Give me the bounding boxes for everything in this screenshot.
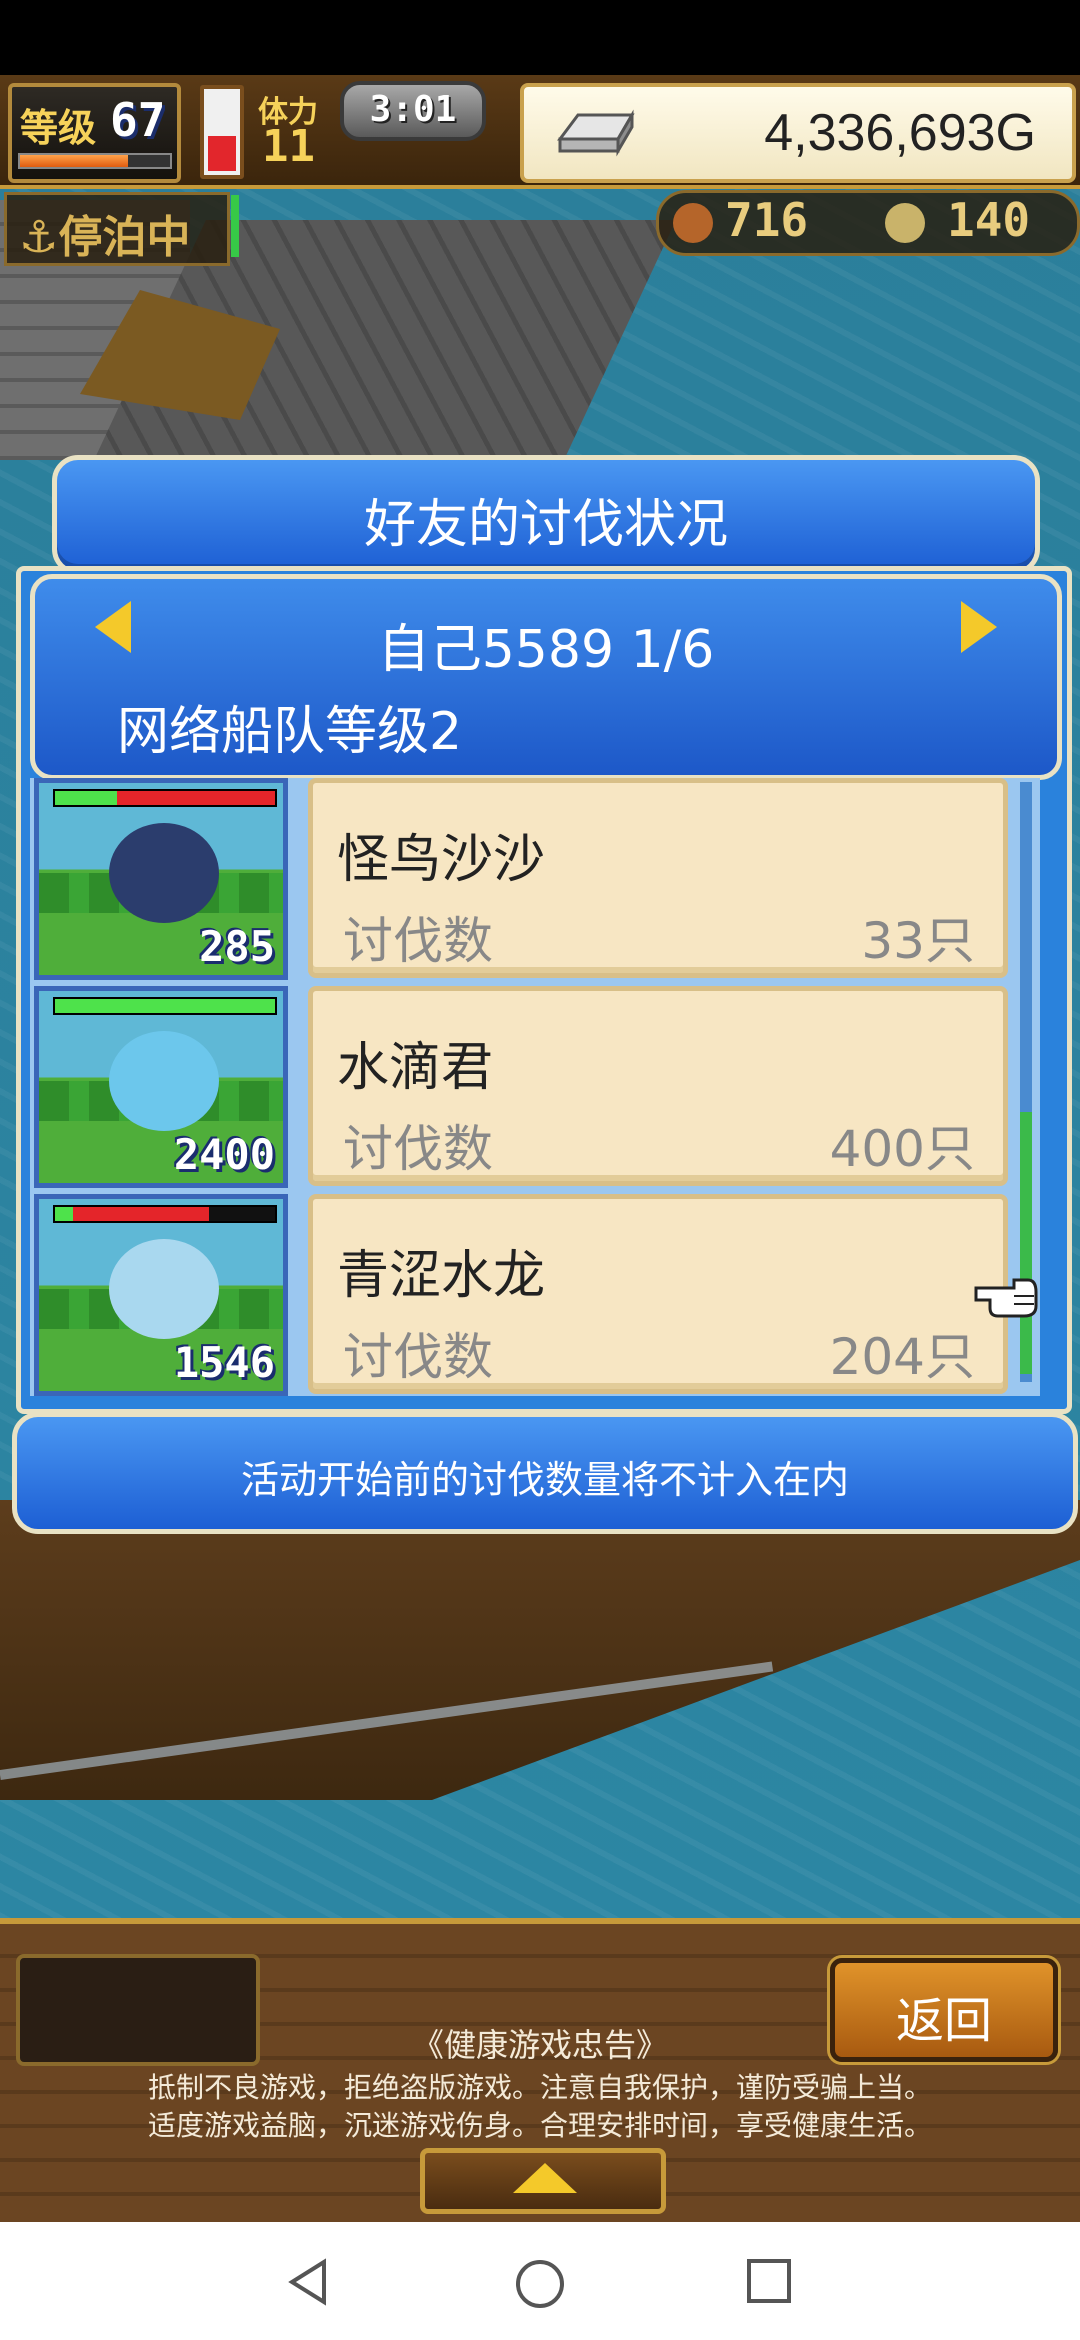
monster-sprite: [109, 1239, 219, 1339]
hp-bar: [53, 997, 277, 1015]
hp-bar: [53, 789, 277, 807]
health-advice-line-2: 适度游戏益脑，沉迷游戏伤身。合理安排时间，享受健康生活。: [147, 2109, 932, 2142]
page-header: 自己5589 1/6 网络船队等级2: [30, 574, 1062, 780]
portrait-number: 2400: [173, 1130, 275, 1179]
hp-fill-green: [55, 791, 117, 805]
silver-ingot-icon: [557, 109, 635, 157]
system-navigation-bar: [0, 2222, 1080, 2340]
top-hud: 等级 67 体力 11 3:01 4,336,693G: [0, 75, 1080, 189]
hp-bar: [53, 1205, 277, 1223]
hand-pointer-icon: [974, 1278, 1038, 1318]
kill-count-label: 讨伐数: [343, 1328, 493, 1386]
meat-icon: [673, 203, 713, 243]
level-badge: 等级 67: [8, 83, 181, 183]
monster-card[interactable]: 青涩水龙 讨伐数 204只: [308, 1194, 1008, 1394]
fleet-level: 网络船队等级2: [117, 702, 463, 762]
kill-count-label: 讨伐数: [343, 1120, 493, 1178]
hp-fill-green: [55, 1207, 73, 1221]
portrait-number: 1546: [173, 1338, 275, 1387]
notice-bar: 活动开始前的讨伐数量将不计入在内: [12, 1412, 1078, 1534]
stamina-timer: 3:01: [340, 81, 486, 141]
monster-portrait: 285: [34, 778, 288, 980]
anchor-status-badge[interactable]: ⚓停泊中: [4, 192, 239, 266]
portrait-number: 285: [199, 922, 275, 971]
hp-fill-red: [72, 1207, 209, 1221]
monster-portrait: 2400: [34, 986, 288, 1188]
monster-name: 怪鸟沙沙: [337, 830, 546, 890]
food-count: 716: [725, 193, 809, 247]
home-circle-icon[interactable]: [514, 2258, 566, 2310]
dialog-title-bar: 好友的讨伐状况: [52, 455, 1040, 575]
dialog-title: 好友的讨伐状况: [363, 495, 728, 555]
coin-count: 140: [947, 193, 1031, 247]
monster-sprite: [109, 823, 219, 923]
scroll-thumb[interactable]: [1020, 1112, 1032, 1374]
kill-count-value: 204只: [829, 1328, 975, 1386]
level-label: 等级: [20, 106, 97, 150]
status-indicator: [231, 195, 239, 257]
stamina-fill: [208, 135, 236, 171]
monster-sprite: [109, 1031, 219, 1131]
monster-card[interactable]: 水滴君 讨伐数 400只: [308, 986, 1008, 1186]
kill-count-value: 33只: [861, 912, 975, 970]
bottom-panel: 返回 《健康游戏忠告》 抵制不良游戏，拒绝盗版游戏。注意自我保护，谨防受骗上当。…: [0, 1918, 1080, 2228]
coin-icon: [885, 203, 925, 243]
level-value: 67: [110, 93, 166, 147]
back-triangle-icon[interactable]: [284, 2258, 332, 2306]
health-advice-title: 《健康游戏忠告》: [411, 2026, 668, 2064]
gold-amount: 4,336,693G: [764, 104, 1036, 162]
up-arrow-icon: [513, 2163, 577, 2193]
hp-fill-red: [116, 791, 275, 805]
status-bar: [0, 0, 1080, 75]
monster-list[interactable]: 285 怪鸟沙沙 讨伐数 33只 2400 水滴君 讨伐数 400只 1546 …: [30, 778, 1040, 1396]
next-page-arrow-icon[interactable]: [961, 601, 997, 653]
hp-fill-green: [55, 999, 275, 1013]
gold-display[interactable]: 4,336,693G: [520, 83, 1076, 183]
timer-text: 3:01: [369, 89, 457, 130]
kill-count-value: 400只: [829, 1120, 975, 1178]
monster-portrait: 1546: [34, 1194, 288, 1396]
anchor-status-text: ⚓停泊中: [19, 212, 191, 263]
resource-strip: 716 140: [656, 190, 1080, 256]
health-advice-line-1: 抵制不良游戏，拒绝盗版游戏。注意自我保护，谨防受骗上当。: [147, 2071, 932, 2104]
experience-fill: [20, 155, 128, 167]
recents-square-icon[interactable]: [746, 2258, 792, 2304]
notice-text: 活动开始前的讨伐数量将不计入在内: [240, 1458, 849, 1502]
list-item[interactable]: 1546 青涩水龙 讨伐数 204只: [30, 1194, 1020, 1396]
monster-card[interactable]: 怪鸟沙沙 讨伐数 33只: [308, 778, 1008, 978]
expand-menu-button[interactable]: [420, 2148, 666, 2214]
page-info: 自己5589 1/6: [377, 620, 715, 680]
list-item[interactable]: 285 怪鸟沙沙 讨伐数 33只: [30, 778, 1020, 980]
kill-count-label: 讨伐数: [343, 912, 493, 970]
monster-name: 青涩水龙: [337, 1246, 546, 1306]
experience-bar: [18, 153, 172, 169]
monster-name: 水滴君: [337, 1038, 494, 1098]
list-item[interactable]: 2400 水滴君 讨伐数 400只: [30, 986, 1020, 1188]
stamina-value: 11: [262, 121, 315, 172]
stamina-gauge: [200, 85, 244, 179]
